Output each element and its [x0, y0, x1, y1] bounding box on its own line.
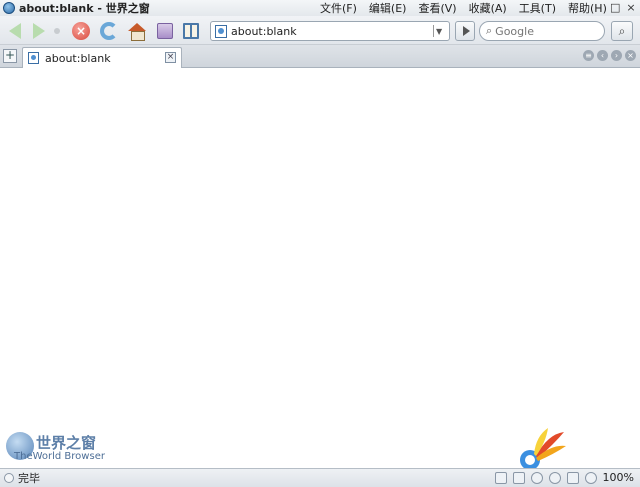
menu-tools[interactable]: 工具(T) [519, 0, 556, 16]
go-button[interactable] [455, 21, 475, 41]
close-window-button[interactable]: × [626, 1, 636, 14]
tab-bar: + about:blank × ≡ ‹ › × [0, 45, 640, 68]
address-input[interactable] [231, 24, 431, 38]
stop-icon: × [72, 22, 90, 40]
tab-about-blank[interactable]: about:blank × [22, 47, 182, 68]
menu-file[interactable]: 文件(F) [320, 0, 357, 16]
zoom-icon[interactable] [584, 471, 597, 484]
back-arrow-icon [9, 23, 21, 39]
page-content[interactable] [0, 68, 640, 468]
status-tools: 100% [494, 471, 634, 484]
chevron-down-icon[interactable]: ▼ [436, 27, 442, 36]
status-text: 完毕 [18, 472, 40, 485]
stop-button[interactable]: × [70, 20, 92, 42]
browser-logo: 世界之窗 TheWorld Browser [6, 432, 106, 464]
menu-view[interactable]: 查看(V) [418, 0, 456, 16]
search-icon: ⌕ [486, 24, 493, 37]
menu-bar: 文件(F) 编辑(E) 查看(V) 收藏(A) 工具(T) 帮助(H) [320, 0, 619, 16]
app-icon [3, 2, 15, 14]
brand-name-chinese: 世界之窗 [36, 434, 97, 452]
search-button[interactable]: ⌕ [611, 21, 633, 41]
screenshot-icon[interactable] [566, 471, 579, 484]
compass-icon[interactable] [530, 471, 543, 484]
tab-list-button[interactable]: ≡ [583, 50, 594, 61]
tab-scroll-left-button[interactable]: ‹ [597, 50, 608, 61]
history-icon [157, 23, 173, 39]
menu-edit[interactable]: 编辑(E) [369, 0, 407, 16]
block-popup-icon[interactable] [512, 471, 525, 484]
zoom-level[interactable]: 100% [603, 471, 634, 484]
status-icon [4, 473, 14, 483]
page-info-icon[interactable] [494, 471, 507, 484]
back-button[interactable] [4, 20, 26, 42]
forward-button[interactable] [28, 20, 50, 42]
history-dropdown-button[interactable] [50, 20, 64, 42]
flower-logo-icon [520, 428, 566, 470]
forward-arrow-icon [33, 23, 45, 39]
play-icon [462, 26, 470, 36]
status-bar: 完毕 100% [0, 468, 640, 487]
window-title: about:blank - 世界之窗 [19, 2, 150, 15]
menu-favorites[interactable]: 收藏(A) [469, 0, 507, 16]
refresh-icon [100, 22, 118, 40]
tab-controls: ≡ ‹ › × [583, 50, 636, 61]
maximize-button[interactable]: □ [610, 1, 620, 14]
history-button[interactable] [154, 20, 176, 42]
page-icon [28, 52, 39, 64]
search-box[interactable]: ⌕ [479, 21, 605, 41]
minimize-button[interactable]: – [594, 1, 604, 14]
new-tab-button[interactable]: + [3, 49, 17, 63]
address-separator [433, 25, 434, 37]
home-icon [128, 23, 146, 41]
address-bar[interactable]: ▼ [210, 21, 450, 41]
favorites-button[interactable] [180, 20, 202, 42]
close-tab-bar-button[interactable]: × [625, 50, 636, 61]
book-icon [183, 23, 199, 39]
tab-label: about:blank [45, 51, 111, 65]
refresh-button[interactable] [98, 20, 120, 42]
brand-name-english: TheWorld Browser [14, 451, 105, 462]
tab-close-button[interactable]: × [165, 52, 176, 63]
toolbar: × ▼ ⌕ ⌕ [0, 16, 640, 45]
window-controls: – □ × [594, 1, 636, 14]
home-button[interactable] [126, 20, 148, 42]
globe-status-icon[interactable] [548, 471, 561, 484]
tab-scroll-right-button[interactable]: › [611, 50, 622, 61]
page-icon [215, 24, 227, 38]
search-input[interactable] [495, 24, 591, 38]
dropdown-dot-icon [54, 28, 60, 34]
